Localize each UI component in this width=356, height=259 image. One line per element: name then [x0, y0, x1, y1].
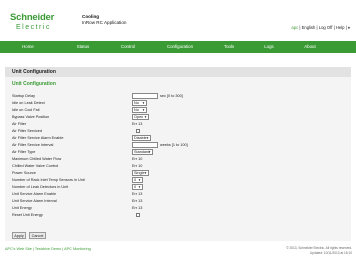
row-power-source: Power Source Single ▼	[12, 170, 312, 176]
air-filter-type-select[interactable]: Standard ▼	[132, 149, 153, 155]
select-value: No	[134, 108, 139, 112]
startup-delay-input[interactable]	[132, 93, 158, 99]
row-air-filter-service-alarm-enable: Air Filter Service Alarm Enable Disable ▼	[12, 135, 312, 141]
field-value: Err 13	[132, 206, 143, 210]
field-label: Idle on Leak Detect	[12, 101, 45, 105]
user-name: apc	[291, 25, 299, 30]
nav-logs[interactable]: Logs	[256, 41, 282, 53]
logo-line1: Schneider	[10, 12, 55, 23]
row-number-of-leak-detectors: Number of Leak Detectors in Unit 0 ▼	[12, 184, 312, 190]
air-filter-service-alarm-enable-select[interactable]: Disable ▼	[132, 135, 151, 141]
row-chilled-water-valve-control: Chilled Water Valve Control Err 10	[12, 163, 312, 169]
row-maximum-chilled-water-flow: Maximum Chilled Water Flow Err 10	[12, 156, 312, 162]
row-startup-delay: Startup Delay sec [0 to 300]	[12, 93, 312, 99]
footer: APC's Web Site | Testdrive Demo | APC Mo…	[0, 243, 356, 259]
air-filter-serviced-checkbox[interactable]	[136, 129, 140, 133]
product-name: Cooling InRow RC Application	[82, 14, 126, 26]
schneider-logo[interactable]: Schneider Electric	[10, 13, 54, 31]
nav-about[interactable]: About	[296, 41, 324, 53]
field-value: Err 10	[132, 157, 143, 161]
field-label: Air Filter Serviced	[12, 129, 42, 133]
updated-text: Updated: 10/11/2013 at 15:10	[310, 250, 352, 255]
chevron-down-icon: ▼	[142, 108, 145, 112]
row-bypass-valve-position: Bypass Valve Position Open ▼	[12, 114, 312, 120]
panel-title: Unit Configuration	[5, 67, 351, 77]
nav-status[interactable]: Status	[68, 41, 98, 53]
chevron-down-icon: ▼	[142, 101, 145, 105]
chevron-down-icon: ▼	[144, 115, 147, 119]
row-unit-energy: Unit Energy Err 13	[12, 205, 312, 211]
field-label: Chilled Water Valve Control	[12, 164, 59, 168]
field-label: Air Filter Service Alarm Enable	[12, 136, 64, 140]
logo-line2: Electric	[16, 23, 51, 31]
footer-links[interactable]: APC's Web Site | Testdrive Demo | APC Mo…	[5, 247, 91, 251]
select-value: Open	[134, 115, 144, 119]
chevron-down-icon: ▼	[138, 178, 141, 182]
main-nav: Home Status Control Configuration Tools …	[0, 41, 356, 53]
field-hint: sec [0 to 300]	[160, 94, 183, 98]
row-reset-unit-energy: Reset Unit Energy	[12, 212, 312, 218]
field-label: Bypass Valve Position	[12, 115, 50, 119]
row-air-filter-type: Air Filter Type Standard ▼	[12, 149, 312, 155]
field-value: Err 13	[132, 122, 143, 126]
field-label: Number of Leak Detectors in Unit	[12, 185, 69, 189]
utility-links[interactable]: apc | English | Log Off | Help | ♦	[291, 25, 350, 30]
air-filter-service-interval-input[interactable]	[132, 142, 158, 148]
bypass-valve-position-select[interactable]: Open ▼	[132, 114, 149, 120]
copyright-text: © 2013, Schneider Electric. All rights r…	[286, 246, 352, 250]
field-value: Err 13	[132, 192, 143, 196]
field-label: Unit Service Alarm Interval	[12, 199, 57, 203]
chevron-down-icon: ▼	[148, 150, 151, 154]
field-label: Air Filter	[12, 122, 27, 126]
field-label: Number of Rack Inlet Temp Sensors in Uni…	[12, 178, 85, 182]
apply-button[interactable]: Apply	[12, 232, 26, 239]
field-hint: weeks [1 to 100]	[160, 143, 188, 147]
nav-control[interactable]: Control	[112, 41, 144, 53]
chevron-down-icon: ▼	[144, 171, 147, 175]
header: Schneider Electric Cooling InRow RC Appl…	[0, 0, 356, 40]
product-line2: InRow RC Application	[82, 20, 127, 25]
field-label: Power Source	[12, 171, 36, 175]
idle-on-leak-detect-select[interactable]: No ▼	[132, 100, 147, 106]
row-number-of-rack-inlet-temp-sensors: Number of Rack Inlet Temp Sensors in Uni…	[12, 177, 312, 183]
field-value: Err 13	[132, 199, 143, 203]
field-label: Unit Energy	[12, 206, 32, 210]
row-idle-on-cool-fail: Idle on Cool Fail No ▼	[12, 107, 312, 113]
nav-configuration[interactable]: Configuration	[158, 41, 202, 53]
power-source-select[interactable]: Single ▼	[132, 170, 149, 176]
section-title: Unit Configuration	[12, 81, 56, 87]
field-label: Air Filter Type	[12, 150, 36, 154]
reset-unit-energy-checkbox[interactable]	[136, 213, 140, 217]
select-value: Disable	[134, 136, 147, 140]
footer-copyright: © 2013, Schneider Electric. All rights r…	[286, 246, 352, 255]
row-air-filter: Air Filter Err 13	[12, 121, 312, 127]
leak-detectors-select[interactable]: 0 ▼	[132, 184, 143, 190]
row-air-filter-serviced: Air Filter Serviced	[12, 128, 312, 134]
rack-inlet-temp-sensors-select[interactable]: 0 ▼	[132, 177, 143, 183]
field-label: Idle on Cool Fail	[12, 108, 40, 112]
cancel-button[interactable]: Cancel	[29, 232, 46, 239]
nav-tools[interactable]: Tools	[216, 41, 242, 53]
field-value: Err 10	[132, 164, 143, 168]
chevron-down-icon: ▼	[138, 185, 141, 189]
row-air-filter-service-interval: Air Filter Service Interval weeks [1 to …	[12, 142, 312, 148]
field-label: Startup Delay	[12, 94, 36, 98]
row-unit-service-alarm-interval: Unit Service Alarm Interval Err 13	[12, 198, 312, 204]
select-value: No	[134, 101, 139, 105]
field-label: Maximum Chilled Water Flow	[12, 157, 62, 161]
idle-on-cool-fail-select[interactable]: No ▼	[132, 107, 147, 113]
nav-home[interactable]: Home	[14, 41, 42, 53]
utility-link-list[interactable]: | English | Log Off | Help | ♦	[299, 25, 350, 30]
select-value: 0	[134, 178, 137, 182]
field-label: Reset Unit Energy	[12, 213, 43, 217]
unit-configuration-panel: Unit Configuration Unit Configuration St…	[5, 67, 351, 241]
field-label: Unit Service Alarm Enable	[12, 192, 57, 196]
select-value: 0	[134, 185, 137, 189]
field-label: Air Filter Service Interval	[12, 143, 54, 147]
row-unit-service-alarm-enable: Unit Service Alarm Enable Err 13	[12, 191, 312, 197]
chevron-down-icon: ▼	[146, 136, 149, 140]
select-value: Single	[134, 171, 145, 175]
row-idle-on-leak-detect: Idle on Leak Detect No ▼	[12, 100, 312, 106]
